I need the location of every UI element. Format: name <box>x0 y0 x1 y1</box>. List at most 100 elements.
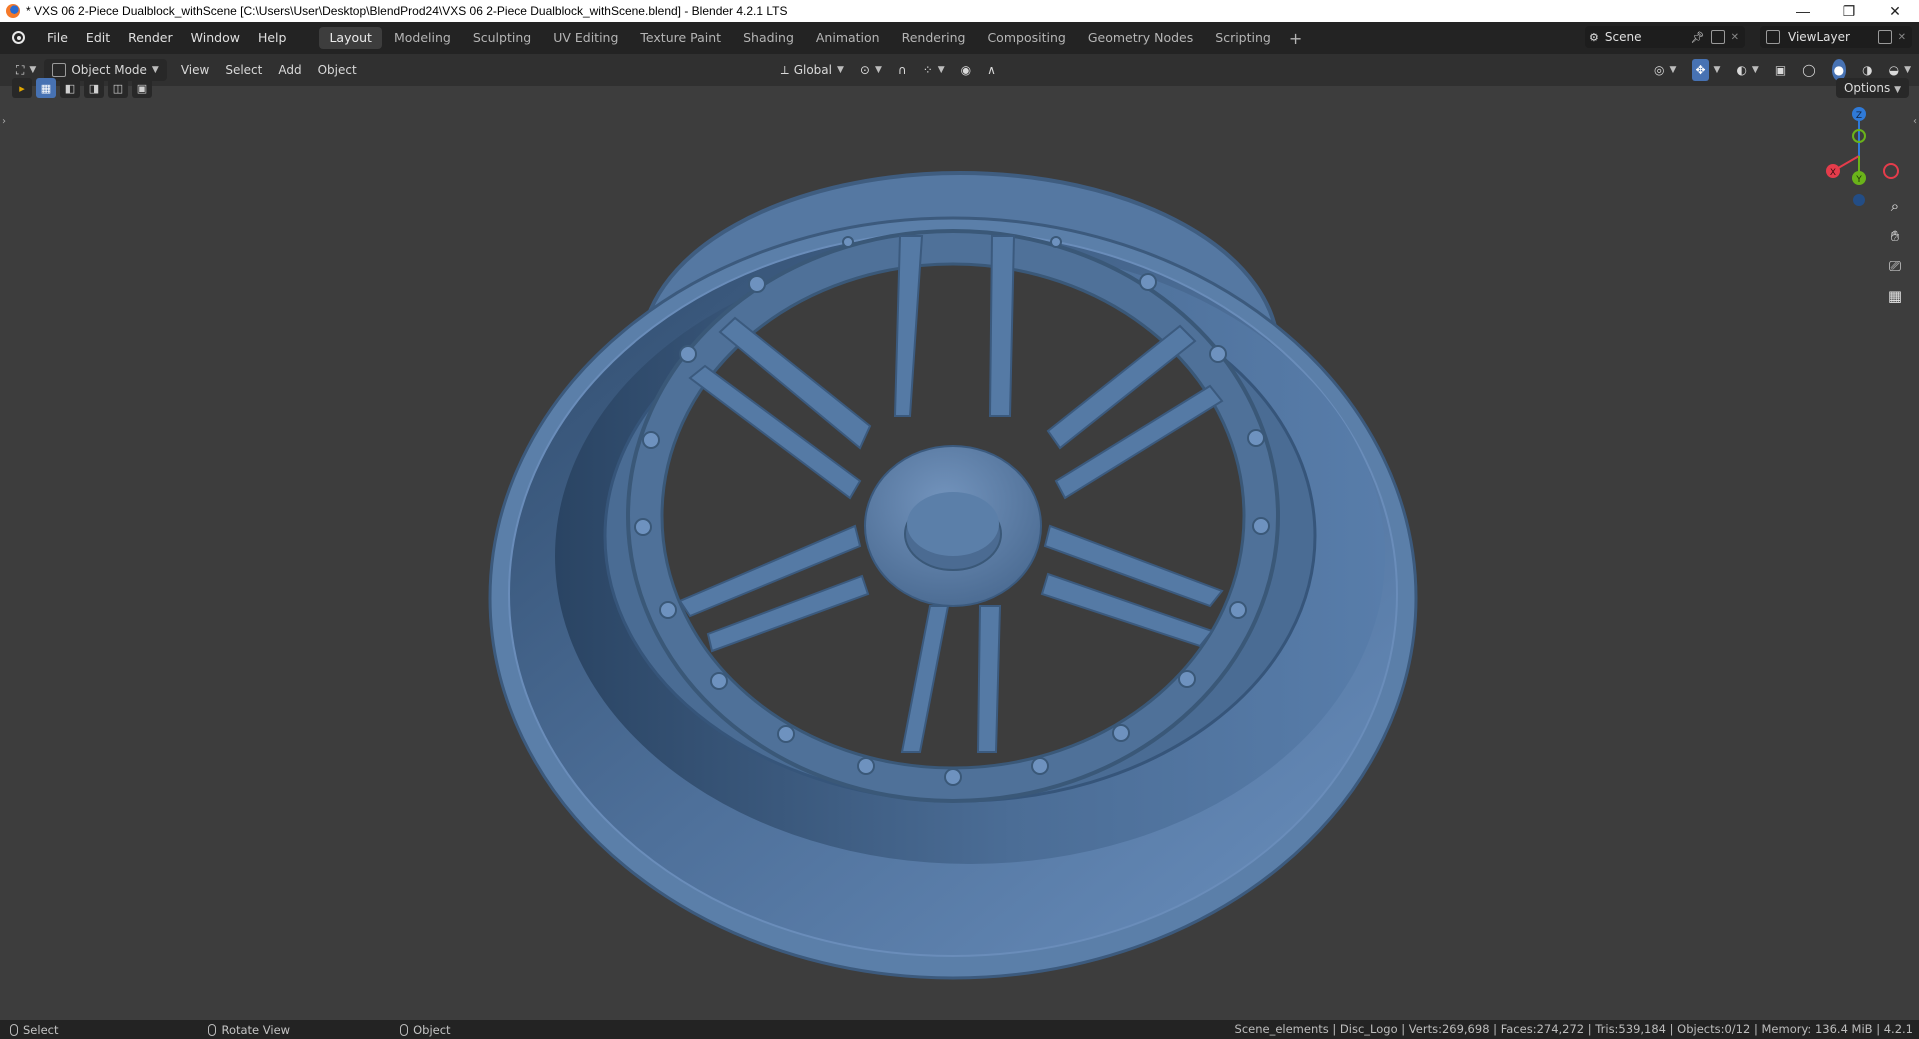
chevron-down-icon: ▼ <box>1751 65 1759 75</box>
xray-icon: ▣ <box>1774 63 1787 77</box>
overlay-icon: ◐ <box>1736 63 1747 77</box>
mode-intersect-button[interactable]: ▣ <box>132 78 152 98</box>
middle-mouse-icon <box>208 1023 217 1036</box>
right-mouse-icon <box>400 1023 409 1036</box>
gizmo-z-label: Z <box>1856 111 1862 121</box>
snap-toggle[interactable]: ∩ <box>890 59 915 81</box>
new-viewlayer-icon[interactable] <box>1877 30 1892 44</box>
menu-file[interactable]: File <box>38 22 77 54</box>
camera-view-icon[interactable]: ⎚ <box>1881 252 1909 280</box>
delete-scene-icon[interactable]: ✕ <box>1731 32 1739 43</box>
extend-selection-icon: ◧ <box>64 81 76 95</box>
falloff-curve-icon: ∧ <box>987 63 996 77</box>
hint-select: Select <box>10 1023 58 1037</box>
options-label: Options <box>1843 81 1891 95</box>
new-scene-icon[interactable] <box>1710 30 1725 44</box>
zoom-icon[interactable]: ⌕ <box>1881 192 1909 220</box>
scene-name: Scene <box>1604 30 1642 44</box>
overlay-toggle[interactable]: ◐ ▼ <box>1728 59 1766 81</box>
viewlayer-selector[interactable]: ViewLayer ✕ <box>1760 26 1912 48</box>
menu-view[interactable]: View <box>173 59 217 81</box>
delete-viewlayer-icon[interactable]: ✕ <box>1898 32 1906 43</box>
gizmo-icon: ✥ <box>1692 59 1709 81</box>
gizmo-neg-z-axis[interactable] <box>1853 194 1865 206</box>
hint-rotate-label: Rotate View <box>221 1022 291 1037</box>
pivot-icon: ⊙ <box>859 63 870 77</box>
hint-rotate-view: Rotate View <box>208 1023 290 1037</box>
tab-shading[interactable]: Shading <box>733 27 804 49</box>
center-cap-top <box>907 492 999 556</box>
selection-tools: ▸ ▦ ◧ ◨ ◫ ▣ <box>12 78 152 98</box>
snap-target-button[interactable]: ⁘ ▼ <box>915 59 953 81</box>
mode-difference-button[interactable]: ◫ <box>108 78 128 98</box>
left-mouse-icon <box>10 1023 18 1036</box>
menu-window[interactable]: Window <box>182 22 249 54</box>
toolbar-expand-icon[interactable]: › <box>2 116 6 127</box>
wireframe-sphere-icon: ◯ <box>1802 63 1816 77</box>
menu-object[interactable]: Object <box>310 59 365 81</box>
xray-toggle[interactable]: ▣ <box>1767 59 1794 81</box>
scene-selector[interactable]: ⚙ Scene 📌︎ ✕ <box>1585 26 1745 48</box>
3d-viewport[interactable]: ▸ ▦ ◧ ◨ ◫ ▣ Options ▼ › ‹ Z X Y ⌕ ✋︎ ⎚ ▦ <box>0 78 1919 1020</box>
tab-uv-editing[interactable]: UV Editing <box>543 27 628 49</box>
transform-orientation-dropdown[interactable]: ⟂ Global ▼ <box>773 59 852 81</box>
maximize-button[interactable]: ❐ <box>1826 0 1872 22</box>
wireframe-shading-button[interactable]: ◯ <box>1794 59 1823 81</box>
tab-geometry-nodes[interactable]: Geometry Nodes <box>1078 27 1203 49</box>
status-bar: Select Rotate View Object Scene_elements… <box>0 1020 1919 1039</box>
set-selection-icon: ▦ <box>40 81 52 95</box>
blender-logo-icon[interactable] <box>10 29 28 47</box>
chevron-down-icon: ▼ <box>1894 85 1901 95</box>
magnet-icon: ∩ <box>897 63 907 77</box>
menu-render[interactable]: Render <box>119 22 182 54</box>
viewlayer-name: ViewLayer <box>1788 30 1850 44</box>
cursor-icon: ▸ <box>19 81 25 95</box>
tab-texture-paint[interactable]: Texture Paint <box>630 27 731 49</box>
pan-hand-icon[interactable]: ✋︎ <box>1881 222 1909 250</box>
chevron-down-icon: ▼ <box>937 65 945 75</box>
perspective-grid-icon[interactable]: ▦ <box>1881 282 1909 310</box>
pin-icon[interactable]: 📌︎ <box>1691 31 1705 44</box>
tab-layout[interactable]: Layout <box>319 27 382 49</box>
menu-edit[interactable]: Edit <box>77 22 119 54</box>
chevron-down-icon: ▼ <box>874 65 882 75</box>
options-dropdown[interactable]: Options ▼ <box>1835 78 1909 98</box>
select-box-tool[interactable]: ▸ <box>12 78 32 98</box>
tab-modeling[interactable]: Modeling <box>384 27 461 49</box>
blender-app-icon <box>6 4 20 18</box>
tab-rendering[interactable]: Rendering <box>892 27 976 49</box>
visibility-button[interactable]: ◎ ▼ <box>1646 59 1684 81</box>
window-titlebar: * VXS 06 2-Piece Dualblock_withScene [C:… <box>0 0 1919 22</box>
gizmo-neg-x-axis[interactable] <box>1883 163 1899 179</box>
gizmo-toggle[interactable]: ✥ ▼ <box>1684 59 1728 81</box>
viewlayer-icon <box>1766 30 1780 44</box>
tab-sculpting[interactable]: Sculpting <box>463 27 541 49</box>
menu-select[interactable]: Select <box>217 59 270 81</box>
hint-select-label: Select <box>23 1022 59 1037</box>
gizmo-y-label: Y <box>1855 175 1862 185</box>
scene-statistics: Scene_elements | Disc_Logo | Verts:269,6… <box>1234 1022 1913 1036</box>
minimize-button[interactable]: — <box>1780 0 1826 22</box>
proportional-edit-toggle[interactable]: ◉ <box>953 59 979 81</box>
hint-object-label: Object <box>413 1022 451 1037</box>
mode-extend-button[interactable]: ◧ <box>60 78 80 98</box>
window-title: * VXS 06 2-Piece Dualblock_withScene [C:… <box>26 4 788 18</box>
chevron-down-icon: ▼ <box>1713 65 1721 75</box>
difference-selection-icon: ◫ <box>112 81 124 95</box>
object-mode-icon <box>52 63 67 77</box>
mode-set-button[interactable]: ▦ <box>36 78 56 98</box>
pivot-point-button[interactable]: ⊙ ▼ <box>852 59 890 81</box>
menu-add[interactable]: Add <box>270 59 309 81</box>
grid-snap-icon: ⁘ <box>922 63 933 77</box>
scene-icon: ⚙ <box>1589 30 1599 44</box>
menu-help[interactable]: Help <box>249 22 296 54</box>
tab-scripting[interactable]: Scripting <box>1205 27 1281 49</box>
tab-compositing[interactable]: Compositing <box>977 27 1075 49</box>
wheel-model[interactable] <box>0 86 1919 1020</box>
mode-subtract-button[interactable]: ◨ <box>84 78 104 98</box>
proportional-icon: ◉ <box>960 63 972 77</box>
tab-animation[interactable]: Animation <box>806 27 890 49</box>
close-button[interactable]: ✕ <box>1872 0 1918 22</box>
falloff-button[interactable]: ∧ <box>979 59 1004 81</box>
add-workspace-button[interactable]: + <box>1283 29 1308 48</box>
